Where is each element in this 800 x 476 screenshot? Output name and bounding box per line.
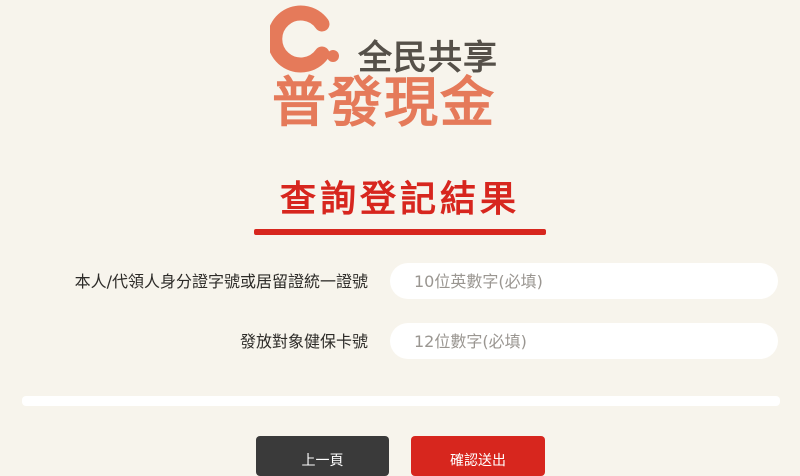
health-card-label: 發放對象健保卡號 bbox=[239, 332, 368, 351]
page-title-underline bbox=[254, 229, 546, 236]
id-number-label: 本人/代領人身分證字號或居留證統一證號 bbox=[74, 272, 368, 291]
logo-c-icon bbox=[270, 5, 339, 73]
id-number-input[interactable] bbox=[390, 263, 778, 299]
confirm-submit-button[interactable]: 確認送出 bbox=[411, 436, 545, 476]
page-heading: 查詢登記結果 bbox=[254, 178, 546, 236]
previous-page-button[interactable]: 上一頁 bbox=[256, 436, 389, 476]
health-card-input[interactable] bbox=[390, 323, 778, 359]
page-title: 查詢登記結果 bbox=[279, 179, 520, 220]
logo: 全民共享 普發現金 bbox=[270, 2, 510, 132]
form-divider bbox=[22, 396, 780, 406]
logo-title: 普發現金 bbox=[272, 71, 496, 134]
